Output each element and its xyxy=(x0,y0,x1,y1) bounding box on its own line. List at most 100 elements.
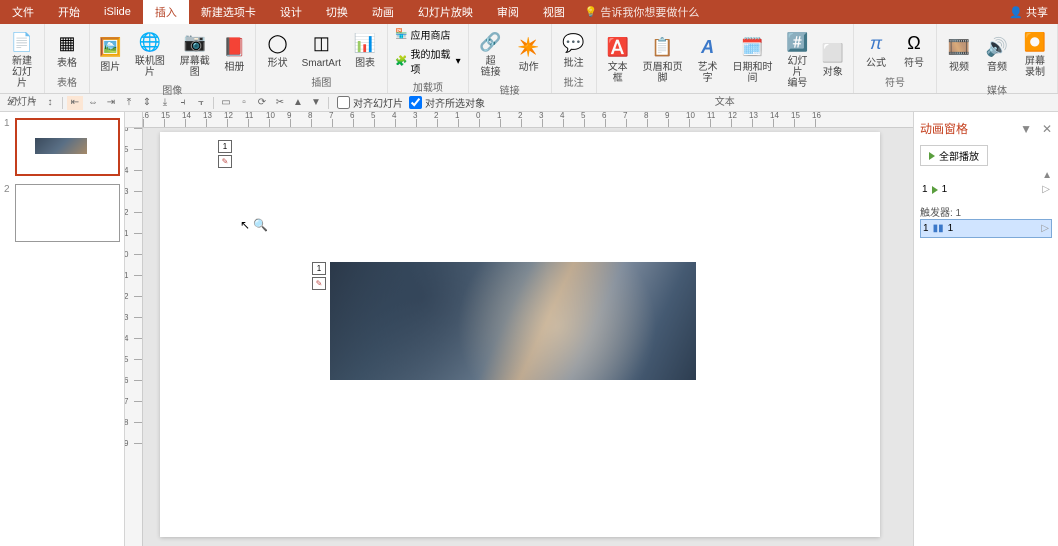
anim-item-2[interactable]: 1 ▮▮ 1 ▷ xyxy=(920,219,1052,238)
align-slide-checkbox[interactable]: 对齐幻灯片 xyxy=(337,95,403,110)
online-pic-button[interactable]: 🌐联机图片 xyxy=(128,26,171,80)
shapes-button[interactable]: ◯形状 xyxy=(260,28,296,71)
screenrec-button[interactable]: ⏺️屏幕 录制 xyxy=(1017,26,1053,80)
slide-thumb-2[interactable]: 2 xyxy=(4,184,120,242)
qat-undo-icon[interactable]: ↶ xyxy=(6,96,22,110)
qat-rotate-icon[interactable]: ⟳ xyxy=(254,96,270,110)
header-footer-icon: 📋 xyxy=(649,34,677,62)
tab-animation[interactable]: 动画 xyxy=(360,0,406,24)
qat-align-left-icon[interactable]: ⇤ xyxy=(67,96,83,110)
anim-item-1[interactable]: 1 1 ▷ xyxy=(920,181,1052,198)
qat-dist-h-icon[interactable]: ⫞ xyxy=(175,96,191,110)
ribbon: 📄 新建 幻灯片 幻灯片 ▦ 表格 表格 🖼️图片 🌐联机图片 📷屏幕截图 📕相… xyxy=(0,24,1058,94)
qat-align-middle-icon[interactable]: ⇕ xyxy=(139,96,155,110)
tab-review[interactable]: 审阅 xyxy=(485,0,531,24)
addins-icon: 🧩 xyxy=(395,56,407,67)
anim-badge-tag[interactable]: ✎ xyxy=(312,277,326,290)
group-images: 🖼️图片 🌐联机图片 📷屏幕截图 📕相册 图像 xyxy=(90,24,256,93)
anim-item-2-label: 1 xyxy=(948,223,954,234)
tab-islide[interactable]: iSlide xyxy=(92,0,143,24)
album-button[interactable]: 📕相册 xyxy=(218,32,250,75)
qat-ungroup-icon[interactable]: ▫ xyxy=(236,96,252,110)
slidenum-label: 幻灯片 编号 xyxy=(784,56,810,89)
qat-redo-icon[interactable]: ↷ xyxy=(24,96,40,110)
slide-thumbnails-panel[interactable]: 1 2 xyxy=(0,112,125,546)
anim-item-1-label: 1 xyxy=(942,184,948,195)
date-button[interactable]: 🗓️日期和时间 xyxy=(727,32,779,86)
online-pic-label: 联机图片 xyxy=(132,56,167,78)
chart-button[interactable]: 📊图表 xyxy=(347,28,383,71)
group-text-label: 文本 xyxy=(601,91,849,110)
workspace: 1 2 161514131211109876543210123456789101… xyxy=(0,112,1058,546)
hyperlink-button[interactable]: 🔗超 链接 xyxy=(473,26,509,80)
qat-send-back-icon[interactable]: ▼ xyxy=(308,96,324,110)
picture-button[interactable]: 🖼️图片 xyxy=(94,32,126,75)
table-button[interactable]: ▦ 表格 xyxy=(49,28,85,71)
tab-view[interactable]: 视图 xyxy=(531,0,577,24)
my-addins-label: 我的加载项 xyxy=(411,46,453,76)
tell-me-input[interactable]: 告诉我你想要做什么 xyxy=(585,4,699,20)
header-footer-button[interactable]: 📋页眉和页脚 xyxy=(637,32,689,86)
screenshot-button[interactable]: 📷屏幕截图 xyxy=(173,26,216,80)
tab-design[interactable]: 设计 xyxy=(268,0,314,24)
align-obj-checkbox[interactable]: 对齐所选对象 xyxy=(409,95,485,110)
anim-item-2-idx: 1 xyxy=(923,223,929,234)
qat-align-bottom-icon[interactable]: ⤓ xyxy=(157,96,173,110)
tab-start[interactable]: 开始 xyxy=(46,0,92,24)
comment-button[interactable]: 💬批注 xyxy=(556,28,592,71)
symbol-button[interactable]: Ω符号 xyxy=(896,28,932,71)
anim-badge-tag-top[interactable]: ✎ xyxy=(218,155,232,168)
qat-align-center-h-icon[interactable]: ⇔ xyxy=(85,96,101,110)
tab-transition[interactable]: 切换 xyxy=(314,0,360,24)
play-all-button[interactable]: 全部播放 xyxy=(920,145,988,166)
anim-badge-num-top[interactable]: 1 xyxy=(218,140,232,153)
qat-group-icon[interactable]: ▭ xyxy=(218,96,234,110)
qat-orient-icon[interactable]: ↕ xyxy=(42,96,58,110)
cursor-icon: ↖ 🔍 xyxy=(240,218,268,232)
chart-icon: 📊 xyxy=(351,30,379,58)
anim-item-1-menu-icon[interactable]: ▷ xyxy=(1042,184,1050,195)
group-media: 🎞️视频 🔊音频 ⏺️屏幕 录制 媒体 xyxy=(937,24,1058,93)
store-button[interactable]: 🏪应用商店 xyxy=(392,26,464,43)
my-addins-button[interactable]: 🧩我的加载项 ▾ xyxy=(392,45,464,77)
qat-crop-icon[interactable]: ✂ xyxy=(272,96,288,110)
wordart-button[interactable]: A艺术字 xyxy=(690,32,724,86)
textbox-button[interactable]: 🅰️文本框 xyxy=(601,32,635,86)
album-label: 相册 xyxy=(224,62,244,73)
tab-insert[interactable]: 插入 xyxy=(143,0,189,24)
animation-pane-title: 动画窗格 ▼ ✕ xyxy=(920,116,1052,141)
tab-file[interactable]: 文件 xyxy=(0,0,46,24)
object-button[interactable]: ⬜对象 xyxy=(817,37,849,80)
inserted-image[interactable] xyxy=(330,262,696,380)
slide-canvas[interactable]: 1 ✎ ↖ 🔍 1 ✎ xyxy=(160,132,880,537)
tab-newtab[interactable]: 新建选项卡 xyxy=(189,0,268,24)
action-label: 动作 xyxy=(519,62,539,73)
equation-button[interactable]: π公式 xyxy=(858,28,894,71)
qat-bring-front-icon[interactable]: ▲ xyxy=(290,96,306,110)
slidenum-button[interactable]: #️⃣幻灯片 编号 xyxy=(780,26,814,91)
picture-icon: 🖼️ xyxy=(96,34,124,62)
qat-dist-v-icon[interactable]: ⫟ xyxy=(193,96,209,110)
slide-thumb-1[interactable]: 1 xyxy=(4,118,120,176)
slide-box-2[interactable] xyxy=(15,184,120,242)
video-button[interactable]: 🎞️视频 xyxy=(941,32,977,75)
anim-up-icon[interactable]: ▲ xyxy=(1042,170,1052,181)
tab-slideshow[interactable]: 幻灯片放映 xyxy=(406,0,485,24)
object-label: 对象 xyxy=(823,67,843,78)
new-slide-button[interactable]: 📄 新建 幻灯片 xyxy=(4,26,40,91)
smartart-button[interactable]: ◫SmartArt xyxy=(298,28,345,71)
qat-align-right-icon[interactable]: ⇥ xyxy=(103,96,119,110)
share-button[interactable]: 👤 共享 xyxy=(999,4,1058,20)
action-button[interactable]: ✴️动作 xyxy=(511,32,547,75)
anim-badge-num[interactable]: 1 xyxy=(312,262,326,275)
qat-align-top-icon[interactable]: ⤒ xyxy=(121,96,137,110)
slide-box-1[interactable] xyxy=(15,118,120,176)
new-slide-icon: 📄 xyxy=(8,28,36,56)
group-comments: 💬批注 批注 xyxy=(552,24,597,93)
audio-button[interactable]: 🔊音频 xyxy=(979,32,1015,75)
canvas-area[interactable]: 1615141312111098765432101234567891011121… xyxy=(125,112,913,546)
video-label: 视频 xyxy=(949,62,969,73)
anim-item-2-menu-icon[interactable]: ▷ xyxy=(1041,223,1049,234)
slidenum-icon: #️⃣ xyxy=(783,28,811,56)
shapes-icon: ◯ xyxy=(264,30,292,58)
